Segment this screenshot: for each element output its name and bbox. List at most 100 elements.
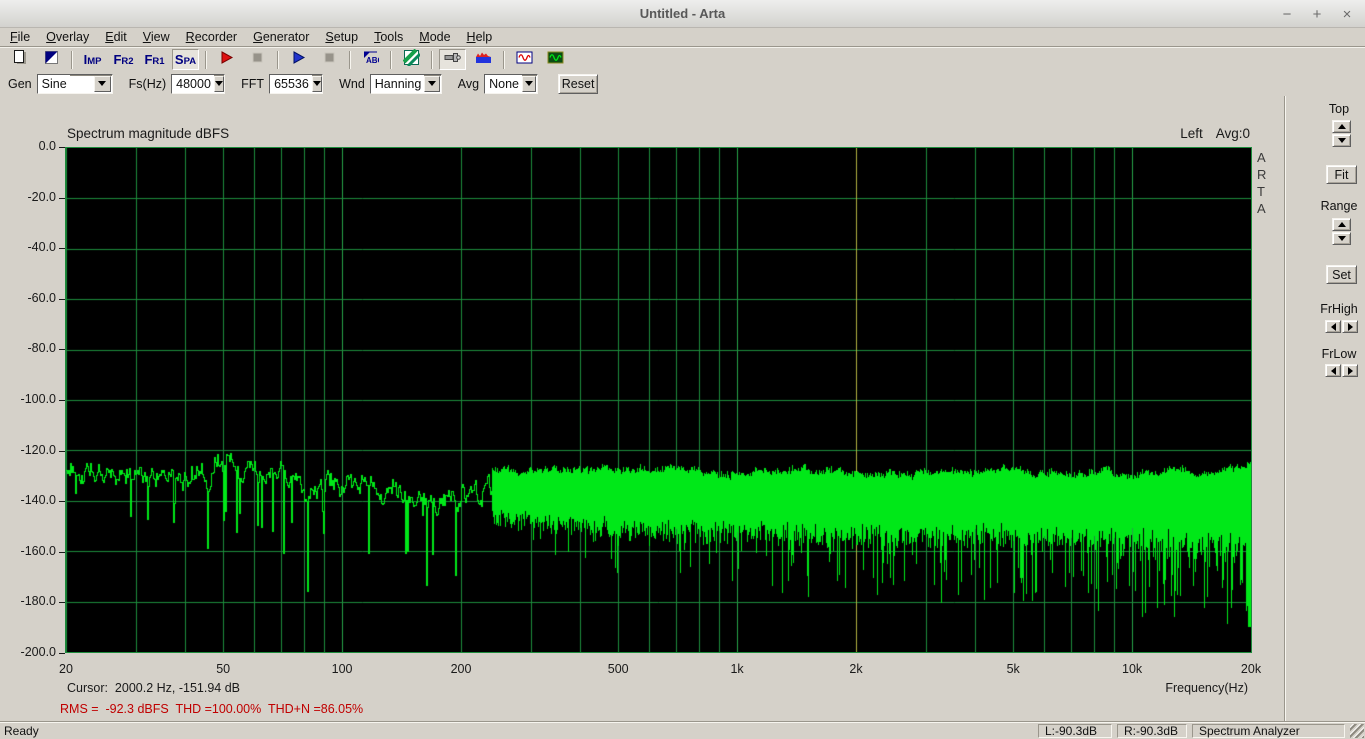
set-button[interactable]: Set (1326, 265, 1357, 284)
menu-item-generator[interactable]: Generator (245, 29, 317, 45)
spectrum-plot[interactable] (65, 147, 1252, 653)
menu-item-overlay[interactable]: Overlay (38, 29, 97, 45)
left-level-indicator: L:-90.3dB (1038, 724, 1112, 738)
sine-red-icon (516, 49, 533, 71)
impedance-mode-button[interactable]: IMP (79, 49, 106, 70)
scale-button[interactable] (398, 48, 425, 71)
menu-item-file[interactable]: File (2, 29, 38, 45)
fr1-mode-button[interactable]: FR1 (141, 49, 168, 70)
plot-title: Spectrum magnitude dBFS (67, 126, 230, 141)
chevron-down-icon[interactable] (424, 75, 440, 92)
generator-type-value: Sine (37, 74, 70, 93)
fr2-mode-button[interactable]: FR2 (110, 49, 137, 70)
top-down-button[interactable] (1332, 134, 1351, 147)
sample-rate-select[interactable]: 48000 (171, 73, 226, 94)
menu-item-tools[interactable]: Tools (366, 29, 411, 45)
resize-grip[interactable] (1350, 724, 1364, 738)
wnd-label: Wnd (339, 76, 365, 91)
y-tick-mark (59, 248, 65, 250)
signal-red-button[interactable] (511, 49, 538, 70)
maximize-button[interactable]: + (1309, 6, 1325, 23)
y-tick-label: -200.0 (20, 645, 56, 659)
overlay-icon (43, 49, 60, 71)
calibrate-abc-button[interactable]: ABC (357, 49, 384, 70)
toolbar-separator (277, 50, 279, 69)
overlay-button[interactable] (38, 49, 65, 70)
y-tick-mark (59, 602, 65, 604)
toolbar-separator (205, 50, 207, 69)
range-down-button[interactable] (1332, 232, 1351, 245)
record-start-button[interactable] (213, 49, 240, 70)
frhigh-right-button[interactable] (1342, 320, 1358, 333)
fft-size-select[interactable]: 65536 (269, 73, 324, 94)
window-function-value: Hanning (370, 74, 425, 93)
y-tick-label: -140.0 (20, 493, 56, 508)
y-tick-mark (59, 298, 65, 300)
spectrum-view-button[interactable] (470, 49, 497, 70)
frhigh-label: FrHigh (1320, 302, 1358, 316)
close-button[interactable]: × (1339, 6, 1355, 23)
y-tick-label: -180.0 (20, 594, 56, 609)
y-tick-label: -80.0 (27, 341, 57, 356)
range-up-button[interactable] (1332, 218, 1351, 231)
frhigh-left-button[interactable] (1325, 320, 1341, 333)
frlow-left-button[interactable] (1325, 364, 1341, 377)
range-label: Range (1320, 199, 1358, 213)
toolbar-separator (390, 50, 392, 69)
watermark-letter: A (1257, 201, 1266, 216)
x-tick-label: 1k (730, 662, 744, 676)
cursor-readout: Cursor: 2000.2 Hz, -151.94 dB (67, 681, 241, 695)
reset-button[interactable]: Reset (558, 73, 599, 94)
menu-item-recorder[interactable]: Recorder (178, 29, 245, 45)
menu-item-view[interactable]: View (135, 29, 178, 45)
diag-green-icon (402, 48, 422, 71)
y-tick-mark (59, 349, 65, 351)
chevron-down-icon[interactable] (311, 75, 322, 92)
frlow-label: FrLow (1321, 347, 1357, 361)
menu-item-edit[interactable]: Edit (97, 29, 135, 45)
status-message: Ready (4, 724, 39, 738)
minimize-button[interactable]: − (1279, 6, 1295, 23)
x-tick-label: 20 (59, 662, 73, 676)
spectrum-canvas[interactable] (66, 148, 1251, 652)
mountain-icon (475, 49, 492, 71)
menubar: File Overlay Edit View Recorder Generator Setu… (0, 28, 1365, 46)
channel-label: Left (1180, 126, 1203, 141)
top-up-button[interactable] (1332, 120, 1351, 133)
generator-type-select[interactable]: Sine (36, 73, 113, 94)
play-blue-icon (290, 49, 307, 71)
menu-item-help[interactable]: Help (459, 29, 501, 45)
window-function-select[interactable]: Hanning (369, 73, 442, 94)
x-tick-label: 20k (1240, 662, 1262, 676)
toolbar-main: IMPFR2FR1SPA ABC (0, 48, 1365, 71)
watermark-letter: T (1257, 184, 1265, 199)
fit-button[interactable]: Fit (1326, 165, 1357, 184)
y-tick-mark (59, 551, 65, 553)
chevron-down-icon[interactable] (213, 75, 224, 92)
status-bar: Ready L:-90.3dB R:-90.3dB Spectrum Analy… (0, 723, 1365, 739)
frlow-right-button[interactable] (1342, 364, 1358, 377)
app-window: Untitled - Arta − + × File Overlay Edit Vie… (0, 0, 1365, 739)
sine-green-icon (547, 49, 564, 71)
menu-item-setup[interactable]: Setup (317, 29, 366, 45)
chevron-down-icon[interactable] (521, 75, 537, 92)
abc-icon: ABC (362, 49, 384, 71)
avg-label: Avg (457, 76, 480, 91)
stop-gray-icon (321, 49, 338, 71)
cursor-marker-button[interactable] (439, 49, 466, 70)
x-tick-label: 2k (849, 662, 863, 676)
y-tick-label: -160.0 (20, 543, 56, 558)
arta-watermark: ARTA (1257, 149, 1266, 217)
generator-start-button[interactable] (285, 49, 312, 70)
new-file-button[interactable] (7, 49, 34, 70)
spectrum-mode-button[interactable]: SPA (172, 49, 199, 70)
chevron-down-icon[interactable] (93, 75, 111, 92)
averaging-select[interactable]: None (484, 73, 539, 94)
record-stop-button (244, 49, 271, 70)
y-tick-mark (59, 653, 65, 654)
signal-green-button[interactable] (542, 49, 569, 70)
y-tick-mark (59, 450, 65, 452)
x-tick-label: 10k (1122, 662, 1143, 676)
menu-item-mode[interactable]: Mode (411, 29, 458, 45)
titlebar[interactable]: Untitled - Arta − + × (0, 0, 1365, 28)
